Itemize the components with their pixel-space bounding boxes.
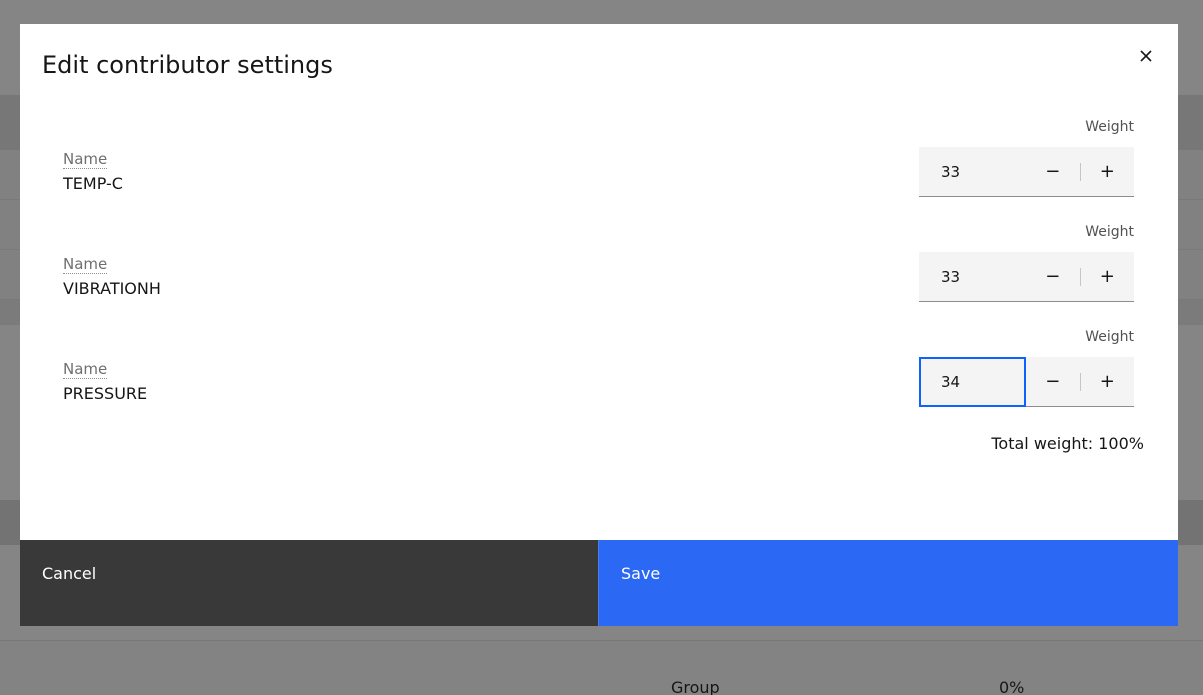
- weight-label: Weight: [1085, 329, 1134, 345]
- close-button[interactable]: [1130, 40, 1162, 72]
- increment-button[interactable]: +: [1081, 147, 1135, 196]
- total-weight: Total weight: 100%: [991, 434, 1144, 453]
- weight-label: Weight: [1085, 224, 1134, 240]
- weight-input[interactable]: [919, 357, 1026, 407]
- decrement-button[interactable]: −: [1026, 147, 1080, 196]
- save-button[interactable]: Save: [598, 540, 1178, 626]
- weight-stepper: − +: [919, 147, 1134, 197]
- contributor-row: Weight Name PRESSURE − +: [20, 326, 1178, 416]
- weight-input[interactable]: [919, 252, 1026, 302]
- stepper-buttons: − +: [1026, 252, 1134, 302]
- name-label: Name: [63, 255, 108, 274]
- decrement-button[interactable]: −: [1026, 357, 1080, 406]
- contributor-name: PRESSURE: [63, 384, 148, 403]
- modal-footer: Cancel Save: [20, 540, 1178, 626]
- contributor-row: Weight Name VIBRATIONH − +: [20, 221, 1178, 311]
- contributor-name: TEMP-C: [63, 174, 123, 193]
- increment-button[interactable]: +: [1081, 252, 1135, 301]
- contributor-name: VIBRATIONH: [63, 279, 161, 298]
- name-label: Name: [63, 360, 108, 379]
- edit-contributor-modal: Edit contributor settings Weight Name TE…: [20, 24, 1178, 626]
- decrement-button[interactable]: −: [1026, 252, 1080, 301]
- stepper-buttons: − +: [1026, 357, 1134, 407]
- cancel-button[interactable]: Cancel: [20, 540, 598, 626]
- stepper-buttons: − +: [1026, 147, 1134, 197]
- close-icon: [1140, 50, 1152, 62]
- increment-button[interactable]: +: [1081, 357, 1135, 406]
- contributor-row: Weight Name TEMP-C − +: [20, 116, 1178, 206]
- weight-label: Weight: [1085, 119, 1134, 135]
- modal-title: Edit contributor settings: [42, 51, 333, 79]
- weight-stepper: − +: [919, 252, 1134, 302]
- weight-stepper: − +: [919, 357, 1134, 407]
- weight-input[interactable]: [919, 147, 1026, 197]
- name-label: Name: [63, 150, 108, 169]
